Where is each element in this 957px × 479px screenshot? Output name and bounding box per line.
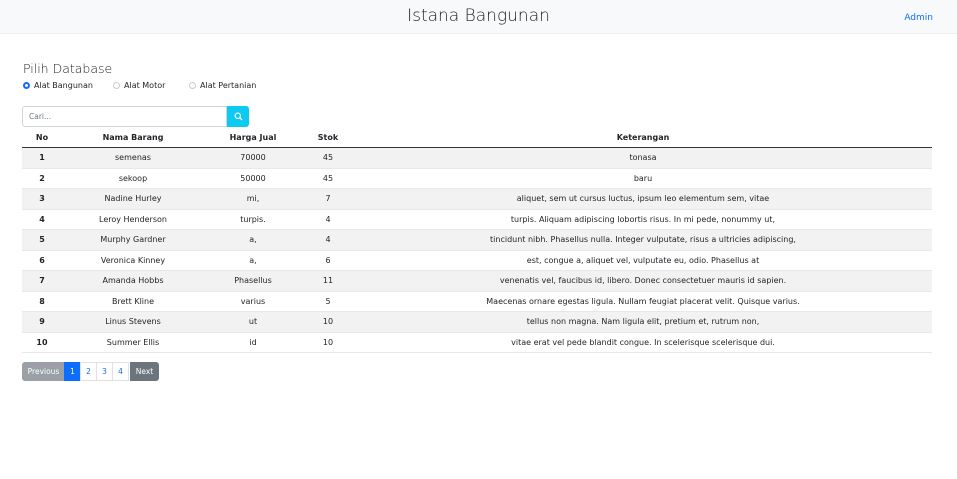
page-2-button[interactable]: 2 (80, 362, 97, 381)
cell-keterangan: tellus non magna. Nam ligula elit, preti… (354, 311, 932, 333)
cell-nama-barang: Murphy Gardner (62, 229, 204, 251)
radio-button[interactable] (113, 82, 120, 89)
cell-keterangan: aliquet, sem ut cursus luctus, ipsum leo… (354, 188, 932, 210)
next-button[interactable]: Next (130, 362, 159, 381)
cell-no: 2 (22, 168, 62, 189)
cell-nama-barang: Brett Kline (62, 291, 204, 312)
table-row: 5 Murphy Gardner a, 4 tincidunt nibh. Ph… (22, 229, 932, 251)
table-row: 3 Nadine Hurley mi, 7 aliquet, sem ut cu… (22, 188, 932, 210)
cell-no: 10 (22, 332, 62, 353)
cell-harga-jual: a, (204, 229, 302, 251)
cell-stok: 45 (302, 168, 354, 189)
cell-no: 5 (22, 229, 62, 251)
cell-nama-barang: Nadine Hurley (62, 188, 204, 210)
previous-button[interactable]: Previous (22, 362, 65, 381)
column-header-no[interactable]: No (22, 128, 62, 148)
cell-no: 6 (22, 250, 62, 271)
admin-link[interactable]: Admin (904, 13, 933, 23)
cell-nama-barang: Summer Ellis (62, 332, 204, 353)
cell-no: 8 (22, 291, 62, 312)
page-3-button[interactable]: 3 (96, 362, 113, 381)
cell-no: 3 (22, 188, 62, 210)
app-title: Istana Bangunan (407, 6, 550, 26)
radio-alat-bangunan[interactable]: Alat Bangunan (23, 81, 93, 90)
column-header-keterangan[interactable]: Keterangan (354, 128, 932, 148)
cell-harga-jual: 70000 (204, 147, 302, 169)
cell-nama-barang: Veronica Kinney (62, 250, 204, 271)
cell-harga-jual: ut (204, 311, 302, 333)
page-4-button[interactable]: 4 (112, 362, 129, 381)
navbar: Istana Bangunan Admin (0, 0, 957, 34)
radio-alat-pertanian[interactable]: Alat Pertanian (189, 81, 256, 90)
radio-button[interactable] (23, 82, 30, 89)
cell-keterangan: turpis. Aliquam adipiscing lobortis risu… (354, 209, 932, 230)
section-title: Pilih Database (23, 61, 113, 76)
cell-harga-jual: 50000 (204, 168, 302, 189)
pagination: Previous 1 2 3 4 Next (22, 362, 159, 381)
table-row: 10 Summer Ellis id 10 vitae erat vel ped… (22, 332, 932, 353)
cell-keterangan: Maecenas ornare egestas ligula. Nullam f… (354, 291, 932, 312)
cell-keterangan: baru (354, 168, 932, 189)
column-header-stok[interactable]: Stok (302, 128, 354, 148)
cell-stok: 5 (302, 291, 354, 312)
cell-harga-jual: turpis. (204, 209, 302, 230)
table-row: 6 Veronica Kinney a, 6 est, congue a, al… (22, 250, 932, 271)
radio-label: Alat Bangunan (34, 81, 93, 90)
cell-no: 1 (22, 147, 62, 169)
column-header-nama-barang[interactable]: Nama Barang (62, 128, 204, 148)
cell-harga-jual: varius (204, 291, 302, 312)
cell-stok: 10 (302, 311, 354, 333)
cell-harga-jual: mi, (204, 188, 302, 210)
cell-nama-barang: sekoop (62, 168, 204, 189)
radio-label: Alat Motor (124, 81, 166, 90)
radio-label: Alat Pertanian (200, 81, 257, 90)
table-row: 7 Amanda Hobbs Phasellus 11 venenatis ve… (22, 270, 932, 292)
radio-alat-motor[interactable]: Alat Motor (113, 81, 165, 90)
cell-no: 9 (22, 311, 62, 333)
cell-keterangan: tonasa (354, 147, 932, 169)
page-1-button[interactable]: 1 (64, 362, 81, 381)
table-header-row: No Nama Barang Harga Jual Stok Keteranga… (22, 128, 932, 148)
cell-nama-barang: Linus Stevens (62, 311, 204, 333)
table-row: 2 sekoop 50000 45 baru (22, 168, 932, 189)
cell-stok: 4 (302, 209, 354, 230)
table-row: 4 Leroy Henderson turpis. 4 turpis. Aliq… (22, 209, 932, 230)
cell-stok: 6 (302, 250, 354, 271)
cell-nama-barang: Amanda Hobbs (62, 270, 204, 292)
search-icon (233, 112, 243, 121)
column-header-harga-jual[interactable]: Harga Jual (204, 128, 302, 148)
cell-nama-barang: Leroy Henderson (62, 209, 204, 230)
cell-keterangan: est, congue a, aliquet vel, vulputate eu… (354, 250, 932, 271)
cell-stok: 4 (302, 229, 354, 251)
cell-stok: 10 (302, 332, 354, 353)
radio-button[interactable] (189, 82, 196, 89)
table-row: 1 semenas 70000 45 tonasa (22, 147, 932, 169)
table-row: 9 Linus Stevens ut 10 tellus non magna. … (22, 311, 932, 333)
search-button[interactable] (227, 106, 249, 127)
cell-no: 4 (22, 209, 62, 230)
cell-no: 7 (22, 270, 62, 292)
cell-stok: 7 (302, 188, 354, 210)
cell-harga-jual: Phasellus (204, 270, 302, 292)
cell-harga-jual: id (204, 332, 302, 353)
cell-keterangan: tincidunt nibh. Phasellus nulla. Integer… (354, 229, 932, 251)
cell-stok: 45 (302, 147, 354, 169)
search-input[interactable] (22, 106, 227, 127)
data-table: No Nama Barang Harga Jual Stok Keteranga… (22, 128, 932, 353)
cell-harga-jual: a, (204, 250, 302, 271)
cell-nama-barang: semenas (62, 147, 204, 169)
cell-stok: 11 (302, 270, 354, 292)
cell-keterangan: venenatis vel, faucibus id, libero. Done… (354, 270, 932, 292)
cell-keterangan: vitae erat vel pede blandit congue. In s… (354, 332, 932, 353)
table-row: 8 Brett Kline varius 5 Maecenas ornare e… (22, 291, 932, 312)
